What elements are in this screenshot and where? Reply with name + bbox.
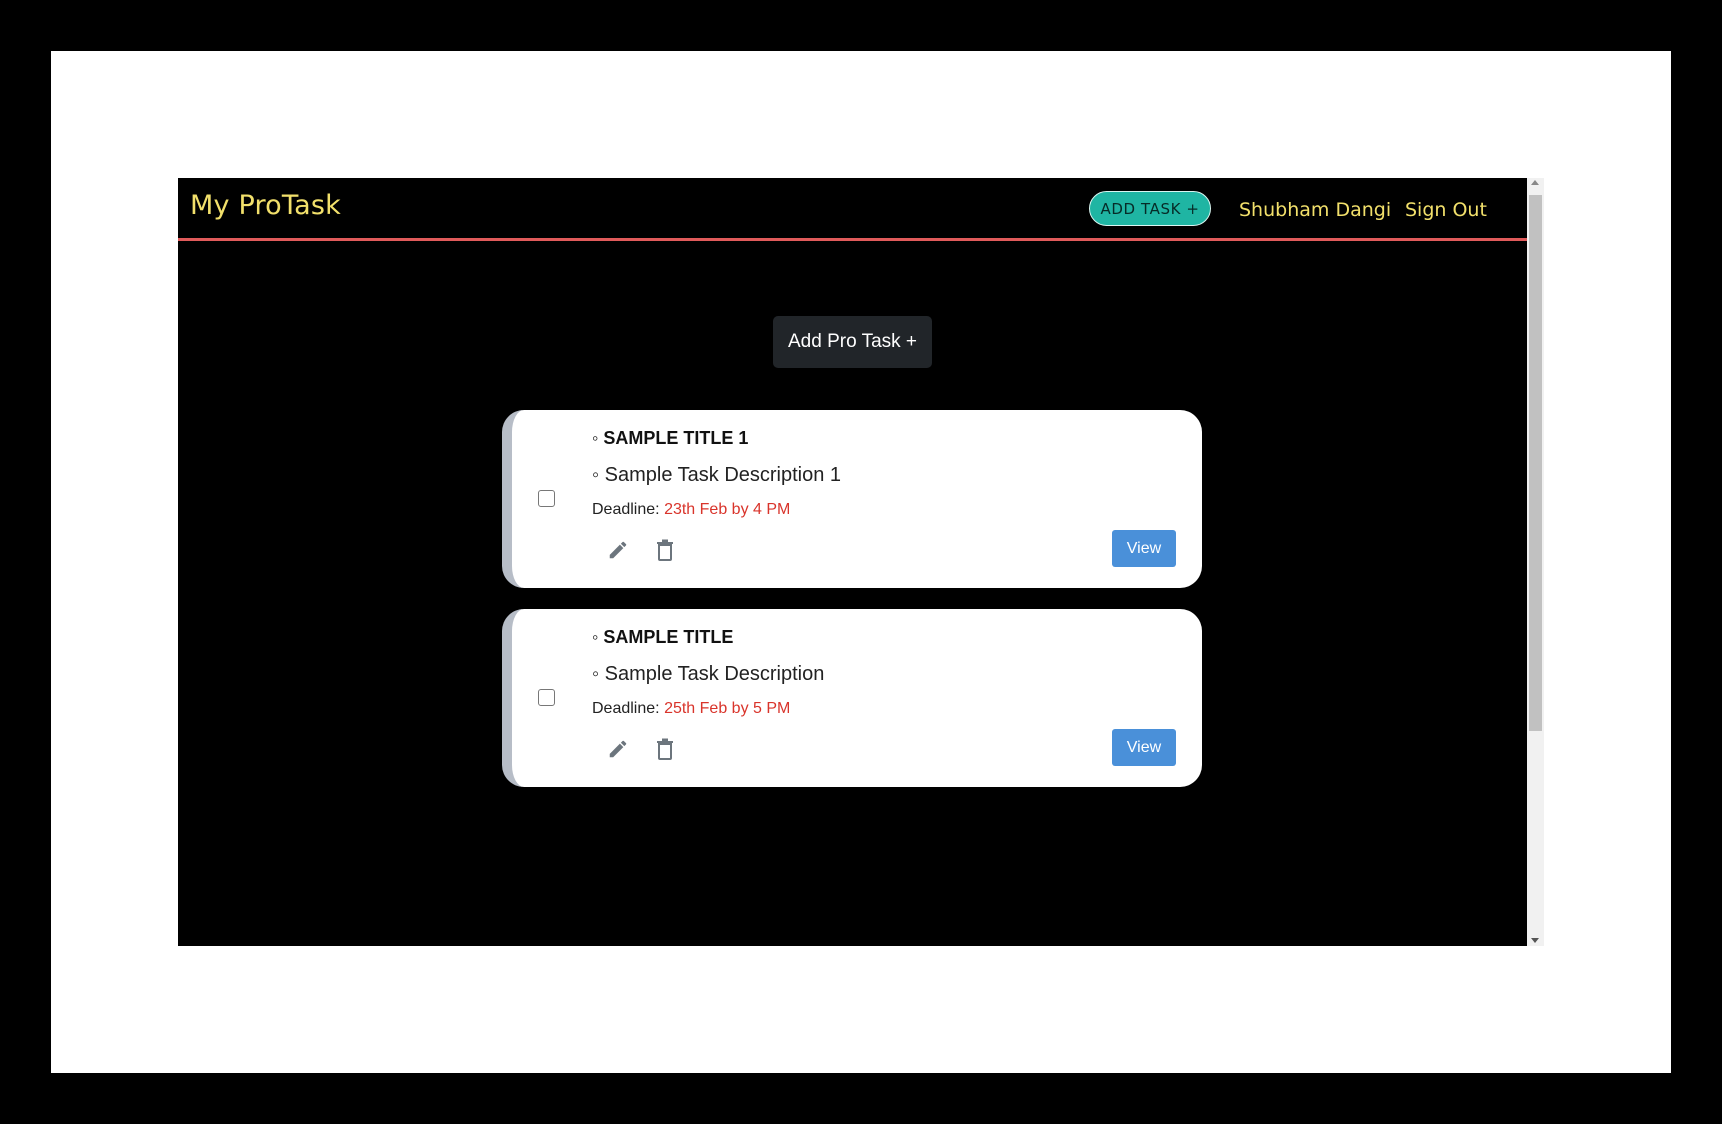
scroll-down-arrow-icon[interactable]	[1531, 938, 1539, 943]
deadline-label: Deadline:	[592, 501, 660, 518]
view-button[interactable]: View	[1112, 530, 1176, 567]
scrollbar-thumb[interactable]	[1529, 195, 1542, 731]
task-title: ◦ SAMPLE TITLE 1	[592, 428, 749, 448]
task-checkbox[interactable]	[538, 490, 555, 507]
pencil-icon[interactable]	[607, 539, 629, 561]
trash-icon[interactable]	[656, 738, 674, 760]
deadline-value: 23th Feb by 4 PM	[664, 501, 791, 518]
navbar: My ProTask ADD TASK + Shubham Dangi Sign…	[178, 178, 1527, 241]
view-button[interactable]: View	[1112, 729, 1176, 766]
task-deadline: Deadline: 25th Feb by 5 PM	[592, 700, 790, 718]
brand-logo[interactable]: My ProTask	[190, 190, 341, 221]
task-deadline: Deadline: 23th Feb by 4 PM	[592, 501, 790, 519]
trash-icon[interactable]	[656, 539, 674, 561]
task-title: ◦ SAMPLE TITLE	[592, 627, 734, 647]
deadline-label: Deadline:	[592, 700, 660, 717]
app-window: My ProTask ADD TASK + Shubham Dangi Sign…	[178, 178, 1544, 946]
task-description: ◦ Sample Task Description 1	[592, 464, 842, 486]
task-checkbox[interactable]	[538, 689, 555, 706]
user-name-link[interactable]: Shubham Dangi	[1239, 199, 1391, 221]
task-description: ◦ Sample Task Description	[592, 663, 825, 685]
scroll-up-arrow-icon[interactable]	[1531, 180, 1539, 185]
add-pro-task-button[interactable]: Add Pro Task +	[773, 316, 932, 368]
add-task-button[interactable]: ADD TASK +	[1089, 191, 1211, 226]
task-card: ◦ SAMPLE TITLE 1 ◦ Sample Task Descripti…	[502, 410, 1202, 588]
sign-out-link[interactable]: Sign Out	[1405, 199, 1487, 221]
deadline-value: 25th Feb by 5 PM	[664, 700, 791, 717]
pencil-icon[interactable]	[607, 738, 629, 760]
vertical-scrollbar[interactable]	[1527, 178, 1544, 946]
task-card: ◦ SAMPLE TITLE ◦ Sample Task Description…	[502, 609, 1202, 787]
